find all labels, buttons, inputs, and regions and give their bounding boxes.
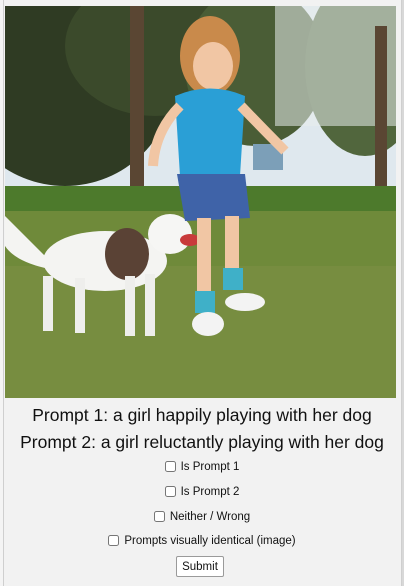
submit-button[interactable]: Submit — [176, 556, 224, 577]
checkbox-is-prompt-1[interactable] — [164, 461, 176, 472]
option-label: Neither / Wrong — [169, 511, 251, 523]
prompt-2-text: Prompt 2: a girl reluctantly playing wit… — [20, 432, 384, 452]
option-visually-identical[interactable]: Prompts visually identical (image) — [0, 535, 404, 547]
checkbox-neither-wrong[interactable] — [153, 511, 165, 522]
prompt-1-text: Prompt 1: a girl happily playing with he… — [32, 405, 372, 425]
option-is-prompt-1[interactable]: Is Prompt 1 — [0, 461, 404, 473]
option-label: Is Prompt 2 — [180, 486, 240, 498]
option-is-prompt-2[interactable]: Is Prompt 2 — [0, 486, 404, 498]
checkbox-is-prompt-2[interactable] — [164, 486, 176, 497]
option-label: Prompts visually identical (image) — [124, 535, 296, 547]
checkbox-visually-identical[interactable] — [108, 535, 120, 546]
option-neither-wrong[interactable]: Neither / Wrong — [0, 511, 404, 523]
photo-icon — [5, 6, 396, 398]
option-label: Is Prompt 1 — [180, 461, 240, 473]
generated-image — [5, 6, 396, 398]
